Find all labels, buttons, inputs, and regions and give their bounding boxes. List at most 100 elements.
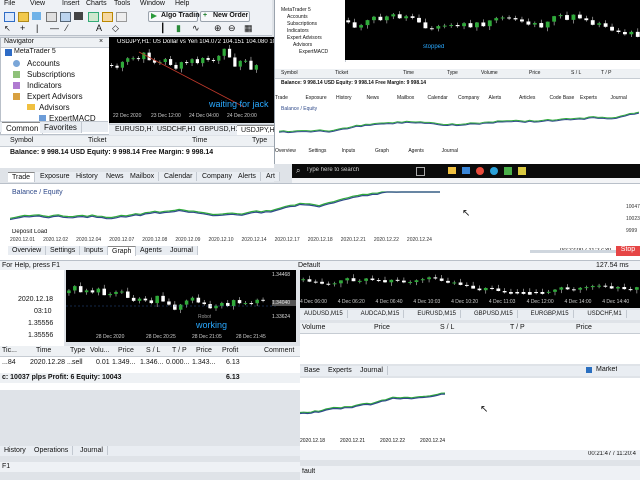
- col-time[interactable]: Time: [36, 347, 51, 354]
- grid-icon[interactable]: ▦: [244, 23, 253, 34]
- shapes-icon[interactable]: ◇: [112, 23, 119, 34]
- task-view-icon[interactable]: [416, 167, 425, 176]
- navigator-item-subscriptions[interactable]: Subscriptions: [27, 70, 75, 79]
- candle-chart-icon[interactable]: ▮: [176, 23, 181, 34]
- tab-item[interactable]: Experts: [580, 95, 597, 101]
- tab-alerts[interactable]: Alerts: [234, 172, 261, 181]
- col[interactable]: Price: [529, 70, 540, 76]
- bar-chart-icon[interactable]: ┃: [160, 23, 165, 34]
- navigator-item-indicators[interactable]: Indicators: [27, 81, 62, 90]
- right-chart[interactable]: stopped: [345, 0, 640, 60]
- menu-charts[interactable]: Charts: [86, 0, 107, 7]
- tab-common[interactable]: Common: [2, 122, 44, 134]
- editor-icon[interactable]: [102, 12, 113, 22]
- tab-agents[interactable]: Agents: [136, 246, 167, 255]
- app-icon-2[interactable]: [518, 167, 526, 175]
- new-chart-icon[interactable]: [4, 12, 15, 22]
- line-chart-icon[interactable]: ∿: [192, 23, 200, 34]
- menu-view[interactable]: View: [30, 0, 45, 7]
- col-type[interactable]: Type: [252, 137, 267, 144]
- menu-window[interactable]: Window: [140, 0, 165, 7]
- stop-button[interactable]: Stop: [616, 246, 640, 256]
- crosshair-icon[interactable]: +: [20, 23, 25, 33]
- tab-symbol[interactable]: AUDUSD,M15: [300, 310, 348, 318]
- tab-item[interactable]: Trade: [275, 95, 288, 101]
- tab-news[interactable]: News: [102, 172, 129, 181]
- col-time[interactable]: Time: [192, 137, 207, 144]
- right-nav-item[interactable]: Accounts: [287, 14, 308, 20]
- tab-item[interactable]: Mailbox: [397, 95, 414, 101]
- tab-history[interactable]: History: [0, 446, 31, 455]
- right-nav-item[interactable]: Subscriptions: [287, 21, 317, 27]
- taskbar-search[interactable]: Type here to search: [306, 167, 359, 173]
- tab-articles[interactable]: Art: [262, 172, 280, 181]
- tab-item[interactable]: Exposure: [306, 95, 327, 101]
- app-icon[interactable]: [504, 167, 512, 175]
- position-row[interactable]: ...84 2020.12.28 ... sell 0.01 1.349... …: [0, 359, 300, 369]
- col-volume[interactable]: Volu...: [90, 347, 109, 354]
- tab-company[interactable]: Company: [198, 172, 237, 181]
- menu-tools[interactable]: Tools: [114, 0, 130, 7]
- col-profit[interactable]: Profit: [222, 347, 238, 354]
- bottom-chart[interactable]: Robot working 1.34468 1.34040 1.33624: [66, 270, 296, 338]
- col-tp[interactable]: T / P: [172, 347, 187, 354]
- edge-icon[interactable]: [490, 167, 498, 175]
- tab-symbol[interactable]: EURUSD,M15: [413, 310, 462, 318]
- right-nav-item[interactable]: MetaTrader 5: [281, 7, 311, 13]
- terminal-icon[interactable]: [74, 12, 83, 20]
- vertical-line-icon[interactable]: |: [36, 23, 38, 33]
- menu-file[interactable]: File: [4, 0, 15, 7]
- col-price[interactable]: Price: [374, 324, 390, 331]
- text-icon[interactable]: A: [96, 23, 102, 33]
- tab-overview[interactable]: Overview: [8, 246, 47, 255]
- tab-item[interactable]: Journal: [611, 95, 627, 101]
- col[interactable]: Time: [403, 70, 414, 76]
- col-symbol[interactable]: Symbol: [10, 137, 33, 144]
- right-nav-item[interactable]: ExpertMACD: [299, 49, 328, 55]
- col-comment[interactable]: Comment: [264, 347, 294, 354]
- tab-history[interactable]: History: [72, 172, 103, 181]
- tab-item[interactable]: Inputs: [342, 148, 356, 154]
- tab-journal[interactable]: Journal: [166, 246, 198, 255]
- col-price[interactable]: Price: [118, 347, 134, 354]
- cursor-icon[interactable]: ↖: [4, 24, 11, 33]
- tab-item[interactable]: Settings: [308, 148, 326, 154]
- tab-item[interactable]: Overview: [275, 148, 296, 154]
- navigator-item-accounts[interactable]: Accounts: [27, 59, 60, 68]
- algo-trading-button[interactable]: Algo Trading: [148, 11, 204, 22]
- tab-graph[interactable]: Graph: [108, 246, 137, 256]
- tab-operations[interactable]: Operations: [30, 446, 74, 455]
- tab-experts[interactable]: Experts: [324, 366, 357, 375]
- tab-journal[interactable]: Journal: [76, 446, 108, 455]
- chrome-icon[interactable]: [476, 167, 484, 175]
- col[interactable]: Type: [447, 70, 458, 76]
- tab-item[interactable]: Agents: [408, 148, 424, 154]
- tab-item[interactable]: Journal: [442, 148, 458, 154]
- right-nav-item[interactable]: Expert Advisors: [287, 35, 322, 41]
- search-icon[interactable]: ⌕: [296, 166, 300, 176]
- menu-insert[interactable]: Insert: [62, 0, 80, 7]
- navigator-root[interactable]: MetaTrader 5: [14, 48, 56, 55]
- zoom-out-icon[interactable]: ⊖: [228, 23, 236, 34]
- store-icon[interactable]: [462, 167, 470, 174]
- col-ticket[interactable]: Tic...: [2, 347, 17, 354]
- tab-favorites[interactable]: Favorites: [40, 122, 82, 133]
- navigator-close-icon[interactable]: ×: [99, 38, 103, 45]
- horizontal-line-icon[interactable]: —: [50, 23, 59, 33]
- right-nav-item[interactable]: Advisors: [293, 42, 312, 48]
- tab-mailbox[interactable]: Mailbox: [126, 172, 160, 181]
- profiles-icon[interactable]: [18, 12, 29, 22]
- menu-help[interactable]: Help: [175, 0, 189, 7]
- tab-inputs[interactable]: Inputs: [80, 246, 109, 255]
- right-nav-item[interactable]: Indicators: [287, 28, 309, 34]
- col-tp[interactable]: T / P: [510, 324, 525, 331]
- tab-item[interactable]: Articles: [519, 95, 535, 101]
- trendline-icon[interactable]: ⁄: [66, 23, 68, 33]
- tab-base[interactable]: Base: [300, 366, 325, 375]
- tab-settings[interactable]: Settings: [46, 246, 81, 255]
- market-watch-icon[interactable]: [32, 12, 41, 20]
- tab-item[interactable]: Calendar: [428, 95, 448, 101]
- col[interactable]: Volume: [481, 70, 498, 76]
- col-volume[interactable]: Volume: [302, 324, 325, 331]
- strategy-tester-icon[interactable]: [88, 12, 99, 22]
